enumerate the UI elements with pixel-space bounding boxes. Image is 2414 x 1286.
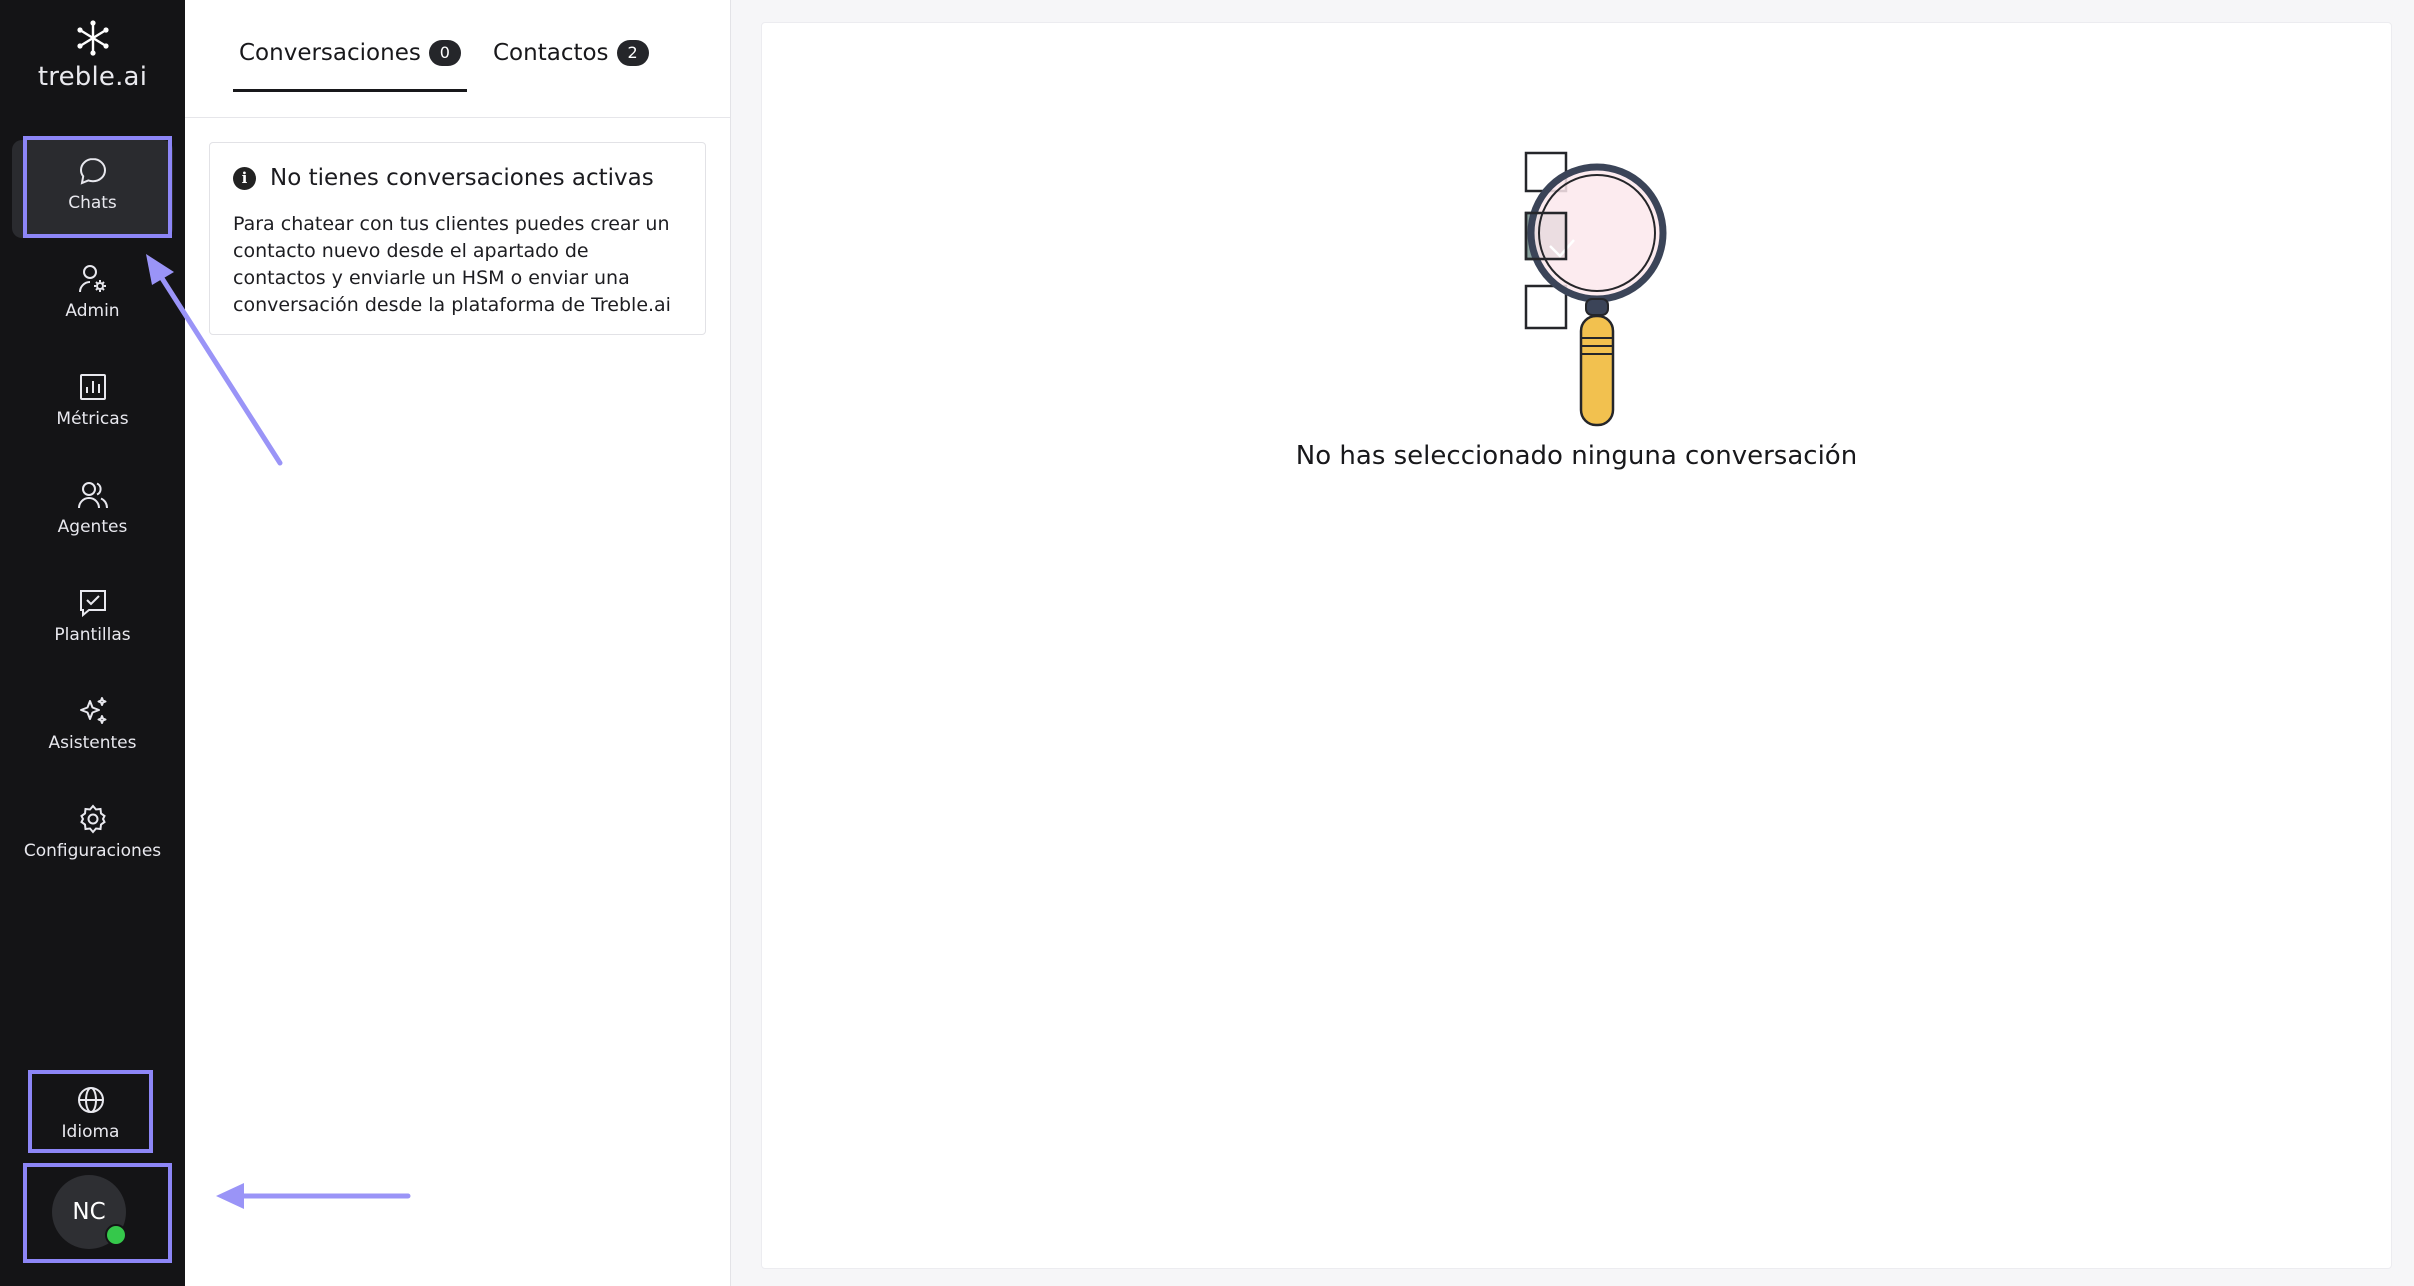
- count-badge: 2: [616, 40, 649, 66]
- message-check-icon: [79, 590, 106, 618]
- tab-contactos[interactable]: Contactos 2: [493, 40, 649, 92]
- user-settings-icon: [78, 265, 106, 293]
- sidebar-item-configuraciones[interactable]: Configuraciones: [12, 788, 173, 886]
- magnifying-glass-checklist-illustration: [1524, 151, 1667, 427]
- brand-logo[interactable]: treble.ai: [0, 18, 185, 92]
- info-icon: i: [233, 166, 256, 190]
- notice-title: No tienes conversaciones activas: [270, 165, 654, 191]
- notice-title-row: i No tienes conversaciones activas: [233, 165, 682, 191]
- highlight-box-chats: [23, 136, 172, 238]
- tab-bar: Conversaciones 0 Contactos 2: [185, 0, 730, 118]
- sidebar-item-asistentes[interactable]: Asistentes: [12, 680, 173, 778]
- sidebar-item-label: Plantillas: [54, 625, 131, 645]
- sidebar-item-label: Métricas: [56, 409, 129, 429]
- sidebar-item-plantillas[interactable]: Plantillas: [12, 572, 173, 670]
- tab-label: Conversaciones: [239, 40, 421, 66]
- count-badge: 0: [428, 40, 461, 66]
- conversation-view: No has seleccionado ninguna conversación: [761, 22, 2392, 1269]
- sidebar-item-label: Configuraciones: [23, 841, 162, 861]
- sidebar-item-label: Agentes: [57, 517, 128, 537]
- bar-chart-icon: [79, 374, 106, 400]
- sidebar-item-label: Asistentes: [48, 733, 137, 753]
- gear-icon: [79, 804, 106, 834]
- tab-conversaciones[interactable]: Conversaciones 0: [233, 40, 467, 92]
- brand-name: treble.ai: [37, 62, 148, 92]
- sidebar-item-admin[interactable]: Admin: [12, 248, 173, 346]
- treble-logo-icon: [76, 20, 109, 56]
- sidebar: treble.ai Chats Admin Métricas Agentes P…: [0, 0, 185, 1286]
- sparkles-icon: [79, 697, 106, 724]
- empty-state-message: No has seleccionado ninguna conversación: [1295, 441, 1858, 471]
- notice-body: Para chatear con tus clientes puedes cre…: [233, 213, 671, 316]
- tab-label: Contactos: [493, 40, 609, 66]
- sidebar-item-metricas[interactable]: Métricas: [12, 356, 173, 454]
- sidebar-item-label: Admin: [65, 301, 120, 321]
- empty-conversations-notice: i No tienes conversaciones activas Para …: [209, 142, 706, 335]
- highlight-box-language: [28, 1070, 153, 1153]
- highlight-box-avatar: [23, 1163, 172, 1263]
- users-icon: [77, 482, 108, 509]
- conversation-list-panel: Conversaciones 0 Contactos 2 i No tienes c…: [185, 0, 731, 1286]
- sidebar-item-agentes[interactable]: Agentes: [12, 464, 173, 562]
